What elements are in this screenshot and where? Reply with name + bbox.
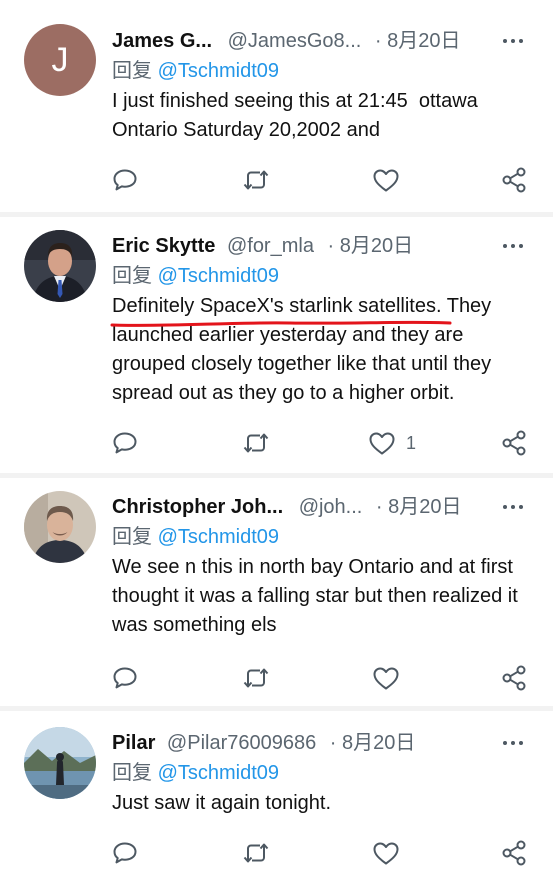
- like-button[interactable]: [372, 165, 410, 195]
- avatar[interactable]: J: [24, 24, 96, 96]
- avatar[interactable]: [24, 727, 96, 799]
- heart-icon: [373, 169, 399, 192]
- avatar[interactable]: [24, 230, 96, 302]
- like-button[interactable]: [372, 838, 410, 868]
- tweet-date[interactable]: 8月20日: [340, 235, 413, 257]
- reply-icon: [113, 432, 137, 454]
- share-button[interactable]: [500, 428, 528, 458]
- avatar-letter: J: [51, 40, 69, 79]
- reply-to: 回复 @Tschmidt09: [112, 56, 537, 86]
- tweet-date[interactable]: 8月20日: [388, 496, 461, 518]
- retweet-button[interactable]: [242, 428, 270, 458]
- heart-icon: [369, 432, 395, 455]
- author-name[interactable]: Eric Skytte: [112, 235, 215, 257]
- tweet-header: Christopher Joh... @joh... · 8月20日: [112, 492, 537, 522]
- underlined-text: Definitely SpaceX's starlink satellites: [112, 295, 436, 317]
- tweet-actions: [112, 663, 532, 693]
- avatar-photo: [24, 727, 96, 799]
- tweet-actions: [112, 838, 532, 868]
- retweet-button[interactable]: [242, 663, 270, 693]
- more-icon[interactable]: [499, 26, 527, 56]
- author-name[interactable]: Pilar: [112, 732, 155, 754]
- tweet-date[interactable]: 8月20日: [342, 732, 415, 754]
- tweet-header: James G... @JamesGo8... · 8月20日: [112, 26, 537, 56]
- reply-to: 回复 @Tschmidt09: [112, 522, 537, 552]
- retweet-icon: [243, 433, 269, 453]
- more-icon[interactable]: [499, 231, 527, 261]
- retweet-button[interactable]: [242, 165, 270, 195]
- separator: ·: [329, 732, 337, 754]
- avatar-photo: [24, 230, 96, 302]
- tweet-header: Eric Skytte @for_mla · 8月20日: [112, 231, 537, 261]
- reply-mention-link[interactable]: @Tschmidt09: [158, 526, 279, 548]
- reply-icon: [113, 667, 137, 689]
- separator: ·: [375, 496, 383, 518]
- tweet[interactable]: Pilar @Pilar76009686 · 8月20日 回复 @Tschmid…: [0, 711, 553, 895]
- reply-to: 回复 @Tschmidt09: [112, 261, 537, 291]
- tweet-text: Just saw it again tonight.: [112, 792, 332, 814]
- share-icon: [502, 167, 526, 193]
- reply-button[interactable]: [112, 838, 138, 868]
- tweet-text: We see n this in north bay Ontario and a…: [112, 556, 524, 636]
- separator: ·: [374, 30, 382, 52]
- reply-mention-link[interactable]: @Tschmidt09: [158, 762, 279, 784]
- tweet-date[interactable]: 8月20日: [387, 30, 460, 52]
- reply-button[interactable]: [112, 165, 138, 195]
- heart-icon: [373, 667, 399, 690]
- reply-prefix: 回复: [112, 265, 152, 287]
- avatar[interactable]: [24, 491, 96, 563]
- tweet[interactable]: Eric Skytte @for_mla · 8月20日 回复 @Tschmid…: [0, 217, 553, 473]
- reply-button[interactable]: [112, 663, 138, 693]
- tweet-actions: [112, 165, 532, 195]
- author-handle[interactable]: @JamesGo8...: [228, 30, 362, 52]
- share-button[interactable]: [500, 838, 528, 868]
- share-button[interactable]: [500, 165, 528, 195]
- tweet[interactable]: Christopher Joh... @joh... · 8月20日 回复 @T…: [0, 478, 553, 706]
- retweet-button[interactable]: [242, 838, 270, 868]
- reply-prefix: 回复: [112, 526, 152, 548]
- more-icon[interactable]: [499, 728, 527, 758]
- share-icon: [502, 840, 526, 866]
- share-icon: [502, 430, 526, 456]
- like-button[interactable]: 1: [368, 428, 416, 458]
- tweet[interactable]: J James G... @JamesGo8... · 8月20日 回复 @Ts…: [0, 0, 553, 212]
- reply-icon: [113, 842, 137, 864]
- author-handle[interactable]: @Pilar76009686: [167, 732, 316, 754]
- like-button[interactable]: [372, 663, 410, 693]
- reply-prefix: 回复: [112, 762, 152, 784]
- tweet-header: Pilar @Pilar76009686 · 8月20日: [112, 728, 537, 758]
- reply-icon: [113, 169, 137, 191]
- tweet-feed: J James G... @JamesGo8... · 8月20日 回复 @Ts…: [0, 0, 553, 895]
- reply-button[interactable]: [112, 428, 138, 458]
- reply-prefix: 回复: [112, 60, 152, 82]
- like-count: 1: [406, 433, 417, 453]
- avatar-photo: [24, 491, 96, 563]
- tweet-text: Definitely SpaceX's starlink satellites.…: [112, 292, 537, 408]
- reply-mention-link[interactable]: @Tschmidt09: [158, 60, 279, 82]
- author-name[interactable]: James G...: [112, 30, 212, 52]
- heart-icon: [373, 842, 399, 865]
- author-handle[interactable]: @for_mla: [227, 235, 314, 257]
- separator: ·: [327, 235, 335, 257]
- author-name[interactable]: Christopher Joh...: [112, 496, 283, 518]
- retweet-icon: [243, 668, 269, 688]
- more-icon[interactable]: [499, 492, 527, 522]
- share-button[interactable]: [500, 663, 528, 693]
- retweet-icon: [243, 843, 269, 863]
- tweet-actions: 1: [112, 428, 532, 458]
- tweet-text: I just finished seeing this at 21:45 ott…: [112, 90, 484, 141]
- reply-mention-link[interactable]: @Tschmidt09: [158, 265, 279, 287]
- retweet-icon: [243, 170, 269, 190]
- author-handle[interactable]: @joh...: [299, 496, 363, 518]
- share-icon: [502, 665, 526, 691]
- reply-to: 回复 @Tschmidt09: [112, 758, 537, 788]
